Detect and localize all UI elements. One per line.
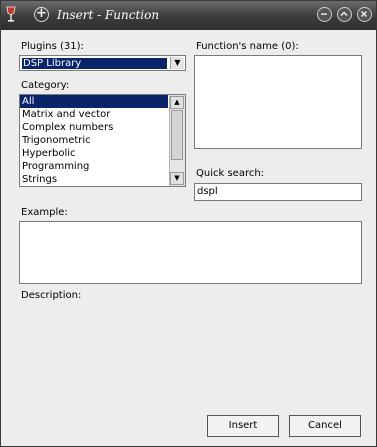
window-title: Insert - Function <box>57 8 160 22</box>
scroll-thumb[interactable] <box>171 110 183 160</box>
quick-search-label: Quick search: <box>196 168 265 179</box>
insert-function-dialog: + Insert - Function Plugins (31): DSP Li… <box>0 0 377 447</box>
minimize-icon <box>321 13 327 15</box>
category-item[interactable]: Complex numbers <box>20 121 168 134</box>
wine-glass-icon <box>6 6 16 22</box>
category-item[interactable]: Trigonometric <box>20 134 168 147</box>
scroll-up-icon[interactable]: ▲ <box>170 96 184 109</box>
category-item[interactable]: Programming <box>20 160 168 173</box>
category-list[interactable]: All Matrix and vector Complex numbers Tr… <box>19 94 186 187</box>
minimize-button[interactable] <box>317 7 332 22</box>
category-item[interactable]: Strings <box>20 173 168 186</box>
function-name-label: Function's name (0): <box>196 41 299 52</box>
category-item[interactable]: All <box>20 95 168 108</box>
chevron-up-icon <box>340 11 348 17</box>
insert-button[interactable]: Insert <box>207 415 279 437</box>
plugins-label: Plugins (31): <box>21 41 84 52</box>
example-label: Example: <box>21 207 68 218</box>
category-scrollbar[interactable]: ▲ ▼ <box>169 95 185 186</box>
close-icon <box>360 10 368 18</box>
dropdown-arrow-icon[interactable]: ▼ <box>170 57 184 69</box>
cancel-button[interactable]: Cancel <box>289 415 361 437</box>
example-textbox[interactable] <box>19 221 362 284</box>
function-name-list[interactable] <box>194 55 362 149</box>
category-item[interactable]: Matrix and vector <box>20 108 168 121</box>
close-button[interactable] <box>357 7 372 22</box>
scroll-down-icon[interactable]: ▼ <box>170 172 184 185</box>
quick-search-input[interactable]: dspl <box>194 183 362 201</box>
plugins-select[interactable]: DSP Library ▼ <box>19 55 186 71</box>
maximize-button[interactable] <box>337 7 352 22</box>
description-label: Description: <box>21 290 82 301</box>
title-bar[interactable]: + Insert - Function <box>1 1 376 30</box>
plugins-selected-value: DSP Library <box>22 58 167 69</box>
category-item[interactable]: Hyperbolic <box>20 147 168 160</box>
window-menu-plus-icon[interactable]: + <box>34 7 49 22</box>
category-label: Category: <box>21 80 70 91</box>
